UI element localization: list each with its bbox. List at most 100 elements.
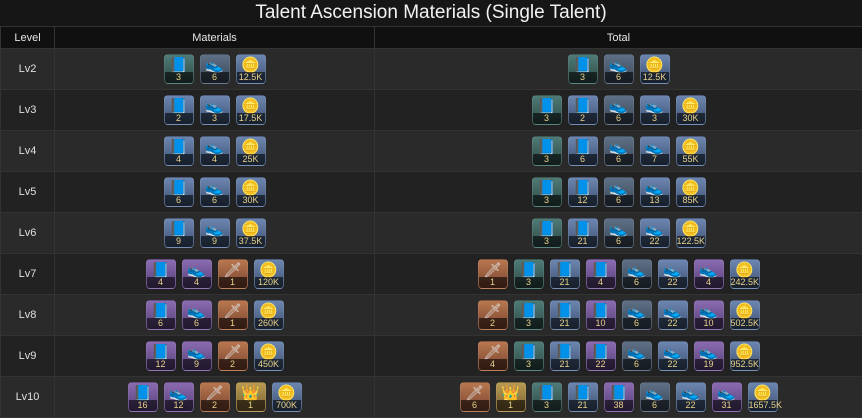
material-item[interactable]: 📘12 [146, 341, 176, 371]
material-item[interactable]: 📘4 [586, 259, 616, 289]
material-item[interactable]: 👟13 [640, 177, 670, 207]
material-item[interactable]: 📘4 [146, 259, 176, 289]
material-item[interactable]: 👟9 [182, 341, 212, 371]
material-item[interactable]: 📘3 [568, 54, 598, 84]
material-item[interactable]: 🗡1 [218, 259, 248, 289]
material-item[interactable]: 🗡2 [200, 382, 230, 412]
material-item[interactable]: 👑1 [496, 382, 526, 412]
material-item[interactable]: 🪙260K [254, 300, 284, 330]
material-item[interactable]: 👟6 [604, 136, 634, 166]
material-item[interactable]: 📘3 [532, 218, 562, 248]
material-item[interactable]: 📘22 [586, 341, 616, 371]
material-item[interactable]: 📘6 [146, 300, 176, 330]
material-item[interactable]: 📘10 [586, 300, 616, 330]
material-item[interactable]: 👟6 [604, 177, 634, 207]
material-item[interactable]: 👟31 [712, 382, 742, 412]
material-item[interactable]: 🪙122.5K [676, 218, 706, 248]
material-item[interactable]: 🪙30K [676, 95, 706, 125]
material-item[interactable]: 👟10 [694, 300, 724, 330]
material-item[interactable]: 📘6 [568, 136, 598, 166]
item-count: 3 [533, 195, 561, 206]
material-item[interactable]: 📘38 [604, 382, 634, 412]
material-item[interactable]: 🪙120K [254, 259, 284, 289]
material-item[interactable]: 👟22 [658, 300, 688, 330]
material-item[interactable]: 📘3 [532, 382, 562, 412]
material-item[interactable]: 📘9 [164, 218, 194, 248]
material-item[interactable]: 👟12 [164, 382, 194, 412]
material-item[interactable]: 🪙37.5K [236, 218, 266, 248]
item-count: 1 [219, 277, 247, 288]
material-item[interactable]: 📘21 [568, 382, 598, 412]
material-item[interactable]: 👟6 [200, 177, 230, 207]
material-item[interactable]: 🪙12.5K [640, 54, 670, 84]
material-item[interactable]: 🪙242.5K [730, 259, 760, 289]
material-item[interactable]: 🪙12.5K [236, 54, 266, 84]
material-item[interactable]: 📘2 [164, 95, 194, 125]
material-item[interactable]: 🗡2 [478, 300, 508, 330]
material-item[interactable]: 👟6 [622, 341, 652, 371]
material-item[interactable]: 📘3 [514, 300, 544, 330]
material-item[interactable]: 🪙450K [254, 341, 284, 371]
material-item[interactable]: 👟22 [658, 341, 688, 371]
material-item[interactable]: 👟6 [640, 382, 670, 412]
material-item[interactable]: 🪙85K [676, 177, 706, 207]
material-item[interactable]: 🗡6 [460, 382, 490, 412]
material-item[interactable]: 🗡4 [478, 341, 508, 371]
material-item[interactable]: 🪙55K [676, 136, 706, 166]
table-row: Lv10📘16👟12🗡2👑1🪙700K🗡6👑1📘3📘21📘38👟6👟22👟31🪙… [1, 377, 862, 418]
material-item[interactable]: 📘2 [568, 95, 598, 125]
material-item[interactable]: 📘21 [550, 300, 580, 330]
material-item[interactable]: 🪙1657.5K [748, 382, 778, 412]
material-item[interactable]: 👟6 [604, 218, 634, 248]
material-item[interactable]: 🪙25K [236, 136, 266, 166]
material-item[interactable]: 🪙952.5K [730, 341, 760, 371]
material-item[interactable]: 📘21 [550, 341, 580, 371]
material-item[interactable]: 👑1 [236, 382, 266, 412]
material-item[interactable]: 👟19 [694, 341, 724, 371]
material-item[interactable]: 🗡1 [478, 259, 508, 289]
material-item[interactable]: 📘4 [164, 136, 194, 166]
material-item[interactable]: 📘3 [514, 341, 544, 371]
material-item[interactable]: 📘3 [532, 95, 562, 125]
material-item[interactable]: 🪙30K [236, 177, 266, 207]
material-item[interactable]: 📘3 [514, 259, 544, 289]
table-header-row: Level Materials Total [1, 27, 862, 49]
material-item[interactable]: 👟4 [200, 136, 230, 166]
material-item[interactable]: 🪙700K [272, 382, 302, 412]
material-item[interactable]: 📘6 [164, 177, 194, 207]
material-item[interactable]: 🪙502.5K [730, 300, 760, 330]
material-item[interactable]: 📘3 [532, 177, 562, 207]
material-item[interactable]: 👟6 [182, 300, 212, 330]
material-item[interactable]: 👟22 [658, 259, 688, 289]
material-item[interactable]: 📘21 [568, 218, 598, 248]
material-item[interactable]: 📘3 [164, 54, 194, 84]
material-item[interactable]: 👟3 [640, 95, 670, 125]
item-count: 1 [219, 318, 247, 329]
materials-items: 📘3👟6🪙12.5K [55, 49, 374, 89]
material-item[interactable]: 👟4 [182, 259, 212, 289]
material-item[interactable]: 🪙17.5K [236, 95, 266, 125]
material-item[interactable]: 👟6 [604, 54, 634, 84]
material-item[interactable]: 👟7 [640, 136, 670, 166]
material-item[interactable]: 👟4 [694, 259, 724, 289]
material-item[interactable]: 📘12 [568, 177, 598, 207]
material-item[interactable]: 📘21 [550, 259, 580, 289]
material-item[interactable]: 🗡1 [218, 300, 248, 330]
material-item[interactable]: 👟3 [200, 95, 230, 125]
material-item[interactable]: 👟22 [676, 382, 706, 412]
material-item[interactable]: 👟6 [622, 259, 652, 289]
material-item[interactable]: 👟6 [200, 54, 230, 84]
item-count: 21 [551, 277, 579, 288]
materials-items: 📘4👟4🪙25K [55, 131, 374, 171]
item-count: 1657.5K [749, 400, 777, 411]
total-items: 🗡6👑1📘3📘21📘38👟6👟22👟31🪙1657.5K [375, 377, 862, 417]
item-count: 21 [569, 400, 597, 411]
material-item[interactable]: 👟9 [200, 218, 230, 248]
material-item[interactable]: 📘3 [532, 136, 562, 166]
material-item[interactable]: 👟22 [640, 218, 670, 248]
material-item[interactable]: 👟6 [622, 300, 652, 330]
material-item[interactable]: 🗡2 [218, 341, 248, 371]
material-item[interactable]: 👟6 [604, 95, 634, 125]
total-items: 📘3📘12👟6👟13🪙85K [375, 172, 862, 212]
material-item[interactable]: 📘16 [128, 382, 158, 412]
